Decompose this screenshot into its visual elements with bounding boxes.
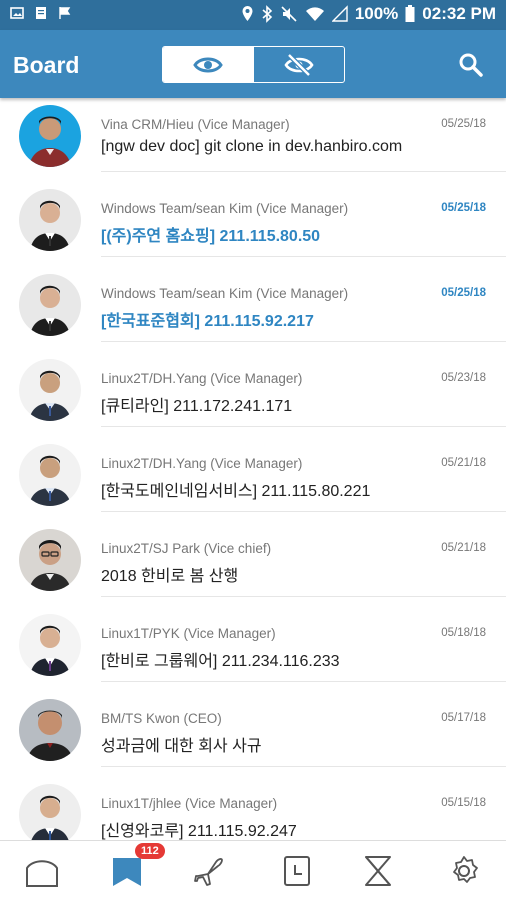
eye-off-icon: [284, 52, 314, 77]
list-item[interactable]: Windows Team/sean Kim (Vice Manager) 05/…: [0, 172, 506, 257]
post-author: Windows Team/sean Kim (Vice Manager): [101, 286, 349, 301]
avatar: [19, 274, 81, 336]
avatar: [19, 189, 81, 251]
list-item[interactable]: Linux2T/DH.Yang (Vice Manager) 05/21/18 …: [0, 427, 506, 512]
approval-icon: [365, 856, 391, 886]
plane-icon: [194, 858, 223, 886]
document-notification-icon: [36, 7, 46, 19]
status-right-icons: 100% 02:32 PM: [241, 4, 496, 24]
visibility-toggle: [162, 46, 345, 83]
avatar: [19, 529, 81, 591]
person-photo-icon: [31, 795, 69, 840]
post-date: 05/25/18: [441, 118, 486, 130]
post-date: 05/15/18: [441, 797, 486, 809]
post-date: 05/25/18: [441, 202, 486, 214]
post-title: [신영와코루] 211.115.92.247: [101, 823, 297, 840]
post-list: Vina CRM/Hieu (Vice Manager) 05/25/18 [n…: [0, 98, 506, 840]
app-bar: Board: [0, 30, 506, 98]
board-icon: [113, 858, 141, 886]
post-author: Vina CRM/Hieu (Vice Manager): [101, 117, 290, 132]
list-item[interactable]: Linux2T/DH.Yang (Vice Manager) 05/23/18 …: [0, 342, 506, 427]
flag-notification-icon: [59, 7, 71, 19]
location-icon: [242, 6, 253, 21]
signal-icon: [331, 5, 348, 22]
search-button[interactable]: [458, 52, 484, 78]
person-photo-icon: [29, 370, 71, 421]
avatar: [19, 444, 81, 506]
bottom-nav: 112: [0, 840, 506, 900]
post-author: Linux1T/PYK (Vice Manager): [101, 626, 276, 641]
post-title: [(주)주연 홈쇼핑] 211.115.80.50: [101, 228, 321, 245]
avatar: [19, 614, 81, 676]
list-item[interactable]: Linux1T/jhlee (Vice Manager) 05/15/18 [신…: [0, 767, 506, 840]
person-photo-icon: [27, 710, 73, 761]
list-item[interactable]: Windows Team/sean Kim (Vice Manager) 05/…: [0, 257, 506, 342]
hide-read-toggle[interactable]: [254, 47, 345, 82]
notification-badge: 112: [135, 843, 165, 859]
nav-settings[interactable]: [434, 849, 494, 893]
post-author: Linux1T/jhlee (Vice Manager): [101, 796, 278, 811]
mute-icon: [281, 6, 297, 22]
avatar: [19, 105, 81, 167]
person-photo-icon: [29, 540, 71, 591]
post-author: Linux2T/SJ Park (Vice chief): [101, 541, 272, 556]
person-photo-icon: [30, 200, 70, 251]
nav-calendar[interactable]: [267, 849, 327, 893]
status-left-icons: [10, 6, 72, 20]
post-title: [한비로 그룹웨어] 211.234.116.233: [101, 653, 340, 670]
post-date: 05/21/18: [441, 457, 486, 469]
bluetooth-icon: [262, 5, 272, 23]
post-title: 성과금에 대한 회사 사규: [101, 738, 262, 755]
avatar: [19, 359, 81, 421]
battery-percent: 100%: [354, 4, 399, 23]
post-title: [큐티라인] 211.172.241.171: [101, 398, 293, 415]
wifi-icon: [305, 7, 324, 22]
post-date: 05/18/18: [441, 627, 486, 639]
post-author: Linux2T/DH.Yang (Vice Manager): [101, 456, 303, 471]
image-notification-icon: [10, 7, 24, 19]
home-icon: [26, 860, 58, 887]
search-icon: [459, 53, 483, 77]
post-title: 2018 한비로 봄 산행: [101, 568, 239, 585]
post-title: [한국도메인네임서비스] 211.115.80.221: [101, 483, 371, 500]
post-author: BM/TS Kwon (CEO): [101, 711, 222, 726]
clock: 02:32 PM: [422, 4, 496, 23]
page-title: Board: [13, 52, 80, 78]
post-date: 05/17/18: [441, 712, 486, 724]
eye-icon: [193, 57, 224, 72]
post-author: Linux2T/DH.Yang (Vice Manager): [101, 371, 303, 386]
person-photo-icon: [30, 625, 70, 676]
person-photo-icon: [30, 285, 70, 336]
post-date: 05/23/18: [441, 372, 486, 384]
settings-icon: [453, 856, 478, 883]
avatar: [19, 699, 81, 761]
person-photo-icon: [29, 116, 71, 167]
list-item[interactable]: Vina CRM/Hieu (Vice Manager) 05/25/18 [n…: [0, 98, 506, 183]
status-bar: 100% 02:32 PM: [0, 0, 506, 30]
calendar-icon: [284, 856, 310, 886]
post-title: [ngw dev doc] git clone in dev.hanbiro.c…: [101, 138, 403, 155]
nav-board[interactable]: 112: [97, 843, 165, 893]
post-date: 05/25/18: [441, 287, 486, 299]
post-author: Windows Team/sean Kim (Vice Manager): [101, 201, 349, 216]
person-photo-icon: [29, 455, 71, 506]
post-date: 05/21/18: [441, 542, 486, 554]
nav-approval[interactable]: [348, 849, 408, 893]
nav-travel[interactable]: [182, 849, 242, 893]
list-item[interactable]: Linux2T/SJ Park (Vice chief) 05/21/18 20…: [0, 512, 506, 597]
show-read-toggle[interactable]: [163, 47, 254, 82]
nav-home[interactable]: [12, 849, 72, 893]
avatar: [19, 784, 81, 840]
list-item[interactable]: Linux1T/PYK (Vice Manager) 05/18/18 [한비로…: [0, 597, 506, 682]
list-item[interactable]: BM/TS Kwon (CEO) 05/17/18 성과금에 대한 회사 사규: [0, 682, 506, 767]
post-title: [한국표준협회] 211.115.92.217: [101, 313, 314, 330]
battery-icon: [405, 5, 415, 22]
